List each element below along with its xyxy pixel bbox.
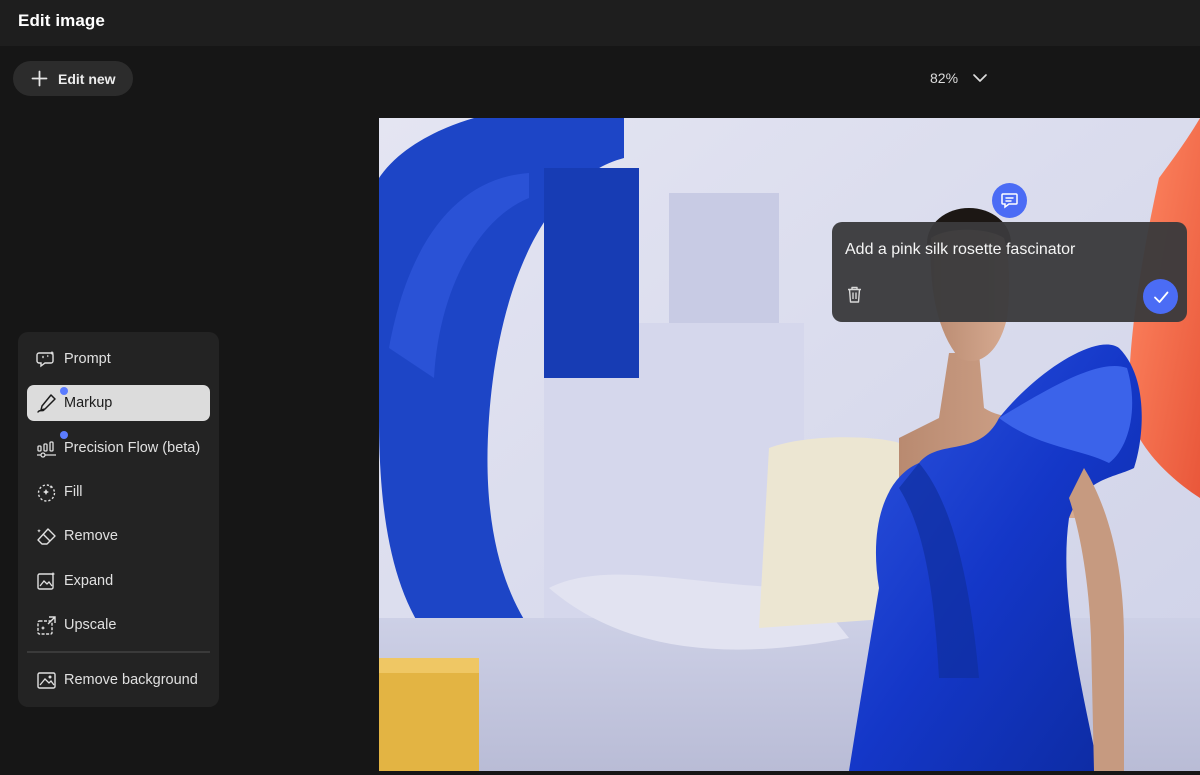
tool-prompt[interactable]: Prompt (27, 341, 210, 377)
markup-icon (35, 392, 57, 414)
chevron-down-icon (973, 74, 987, 82)
zoom-value: 82% (930, 70, 959, 86)
tool-label: Expand (64, 573, 114, 589)
app-window: Edit image Edit new 82% Prompt Markup Pr… (0, 0, 1200, 775)
precision-flow-icon (35, 437, 57, 459)
prompt-text[interactable]: Add a pink silk rosette fascinator (845, 241, 1075, 259)
tool-markup[interactable]: Markup (27, 385, 210, 421)
fill-icon (35, 481, 57, 503)
tool-label: Markup (64, 395, 113, 411)
checkmark-icon (1153, 291, 1168, 303)
edited-photo (379, 118, 1200, 771)
tool-label: Remove (64, 528, 118, 544)
prompt-icon (35, 348, 57, 370)
tools-divider (27, 651, 210, 653)
tool-label: Fill (64, 484, 83, 500)
tool-label: Remove background (64, 672, 198, 688)
header-bar: Edit image (0, 0, 1200, 46)
edit-new-label: Edit new (58, 70, 116, 87)
image-canvas[interactable] (379, 118, 1200, 771)
edit-new-button[interactable]: Edit new (13, 61, 133, 96)
tool-remove[interactable]: Remove (27, 518, 210, 554)
trash-icon (848, 286, 861, 303)
new-badge-dot (60, 387, 68, 395)
tool-fill[interactable]: Fill (27, 474, 210, 510)
delete-button[interactable] (845, 285, 865, 305)
tool-label: Upscale (64, 617, 117, 633)
remove-background-icon (35, 669, 57, 691)
tool-precision-flow[interactable]: Precision Flow (beta) (27, 430, 210, 466)
plus-icon (31, 70, 48, 87)
tool-upscale[interactable]: Upscale (27, 607, 210, 643)
tool-remove-background[interactable]: Remove background (27, 662, 210, 698)
tool-expand[interactable]: Expand (27, 563, 210, 599)
comment-icon (1001, 193, 1018, 209)
remove-icon (35, 525, 57, 547)
tool-label: Prompt (64, 351, 111, 367)
tool-label: Precision Flow (beta) (64, 440, 201, 456)
page-title: Edit image (18, 11, 105, 30)
tools-panel: Prompt Markup Precision Flow (beta) Fill (18, 332, 219, 707)
expand-icon (35, 570, 57, 592)
zoom-dropdown[interactable]: 82% (930, 66, 988, 90)
markup-prompt-popup: Add a pink silk rosette fascinator (832, 222, 1187, 322)
upscale-icon (35, 614, 57, 636)
confirm-button[interactable] (1143, 279, 1178, 314)
comment-marker[interactable] (992, 183, 1027, 218)
new-badge-dot (60, 431, 68, 439)
